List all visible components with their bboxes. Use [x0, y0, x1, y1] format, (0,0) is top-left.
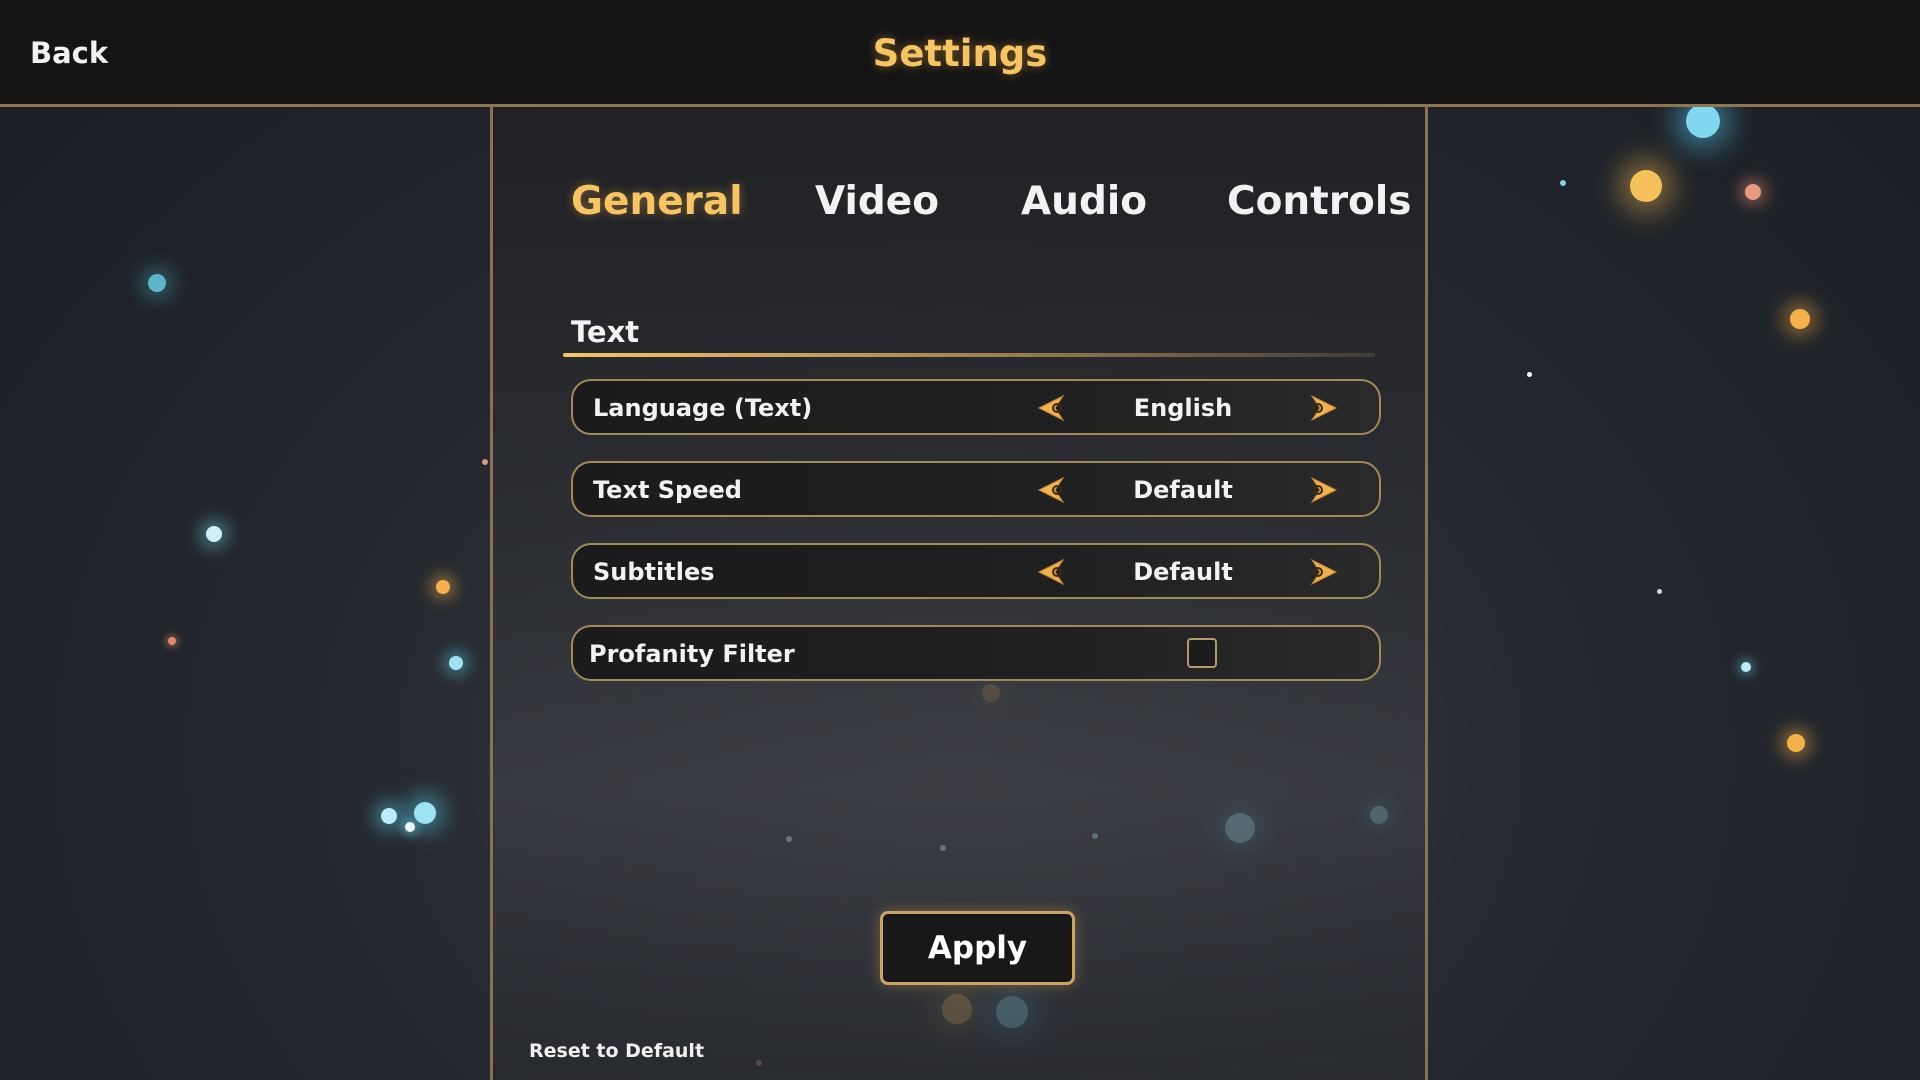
- tab-bar: General Video Audio Controls: [493, 179, 1425, 239]
- apply-button[interactable]: Apply: [880, 911, 1075, 985]
- bokeh-particle: [1686, 104, 1720, 138]
- bokeh-particle: [1741, 662, 1751, 672]
- arrow-left-icon[interactable]: [1037, 476, 1067, 504]
- bokeh-particle: [482, 459, 488, 465]
- settings-panel: General Video Audio Controls Text Langua…: [490, 107, 1428, 1080]
- page-title: Settings: [872, 32, 1048, 75]
- bokeh-particle: [1657, 589, 1662, 594]
- arrow-left-icon[interactable]: [1037, 558, 1067, 586]
- bokeh-particle: [1787, 734, 1805, 752]
- setting-label: Profanity Filter: [589, 640, 795, 668]
- tab-audio[interactable]: Audio: [1021, 179, 1147, 224]
- bokeh-particle: [168, 637, 176, 645]
- setting-value: English: [1133, 394, 1233, 422]
- setting-label: Text Speed: [593, 476, 742, 504]
- bokeh-particle: [381, 808, 397, 824]
- bokeh-particle: [206, 526, 222, 542]
- bokeh-particle: [1745, 184, 1761, 200]
- bokeh-particle: [1527, 372, 1532, 377]
- bokeh-particle: [1560, 180, 1566, 186]
- profanity-filter-checkbox[interactable]: [1187, 638, 1217, 668]
- arrow-right-icon[interactable]: [1308, 394, 1338, 422]
- bokeh-particle: [148, 274, 166, 292]
- top-bar: Back Settings: [0, 0, 1920, 107]
- bokeh-particle: [414, 802, 436, 824]
- setting-row-text-speed: Text Speed Default: [571, 461, 1381, 517]
- arrow-right-icon[interactable]: [1308, 476, 1338, 504]
- section-divider: [563, 353, 1375, 357]
- setting-label: Language (Text): [593, 394, 813, 422]
- setting-value: Default: [1133, 558, 1233, 586]
- reset-to-default-button[interactable]: Reset to Default: [529, 1040, 704, 1062]
- bokeh-particle: [1630, 170, 1662, 202]
- setting-label: Subtitles: [593, 558, 715, 586]
- tab-general[interactable]: General: [571, 179, 743, 224]
- tab-video[interactable]: Video: [815, 179, 939, 224]
- setting-row-language: Language (Text) English: [571, 379, 1381, 435]
- bokeh-particle: [436, 580, 450, 594]
- bokeh-particle: [405, 822, 415, 832]
- setting-row-profanity-filter: Profanity Filter: [571, 625, 1381, 681]
- arrow-right-icon[interactable]: [1308, 558, 1338, 586]
- tab-controls[interactable]: Controls: [1227, 179, 1411, 224]
- arrow-left-icon[interactable]: [1037, 394, 1067, 422]
- bokeh-particle: [1790, 309, 1810, 329]
- setting-value: Default: [1133, 476, 1233, 504]
- section-title: Text: [571, 315, 640, 349]
- bokeh-particle: [449, 656, 463, 670]
- setting-row-subtitles: Subtitles Default: [571, 543, 1381, 599]
